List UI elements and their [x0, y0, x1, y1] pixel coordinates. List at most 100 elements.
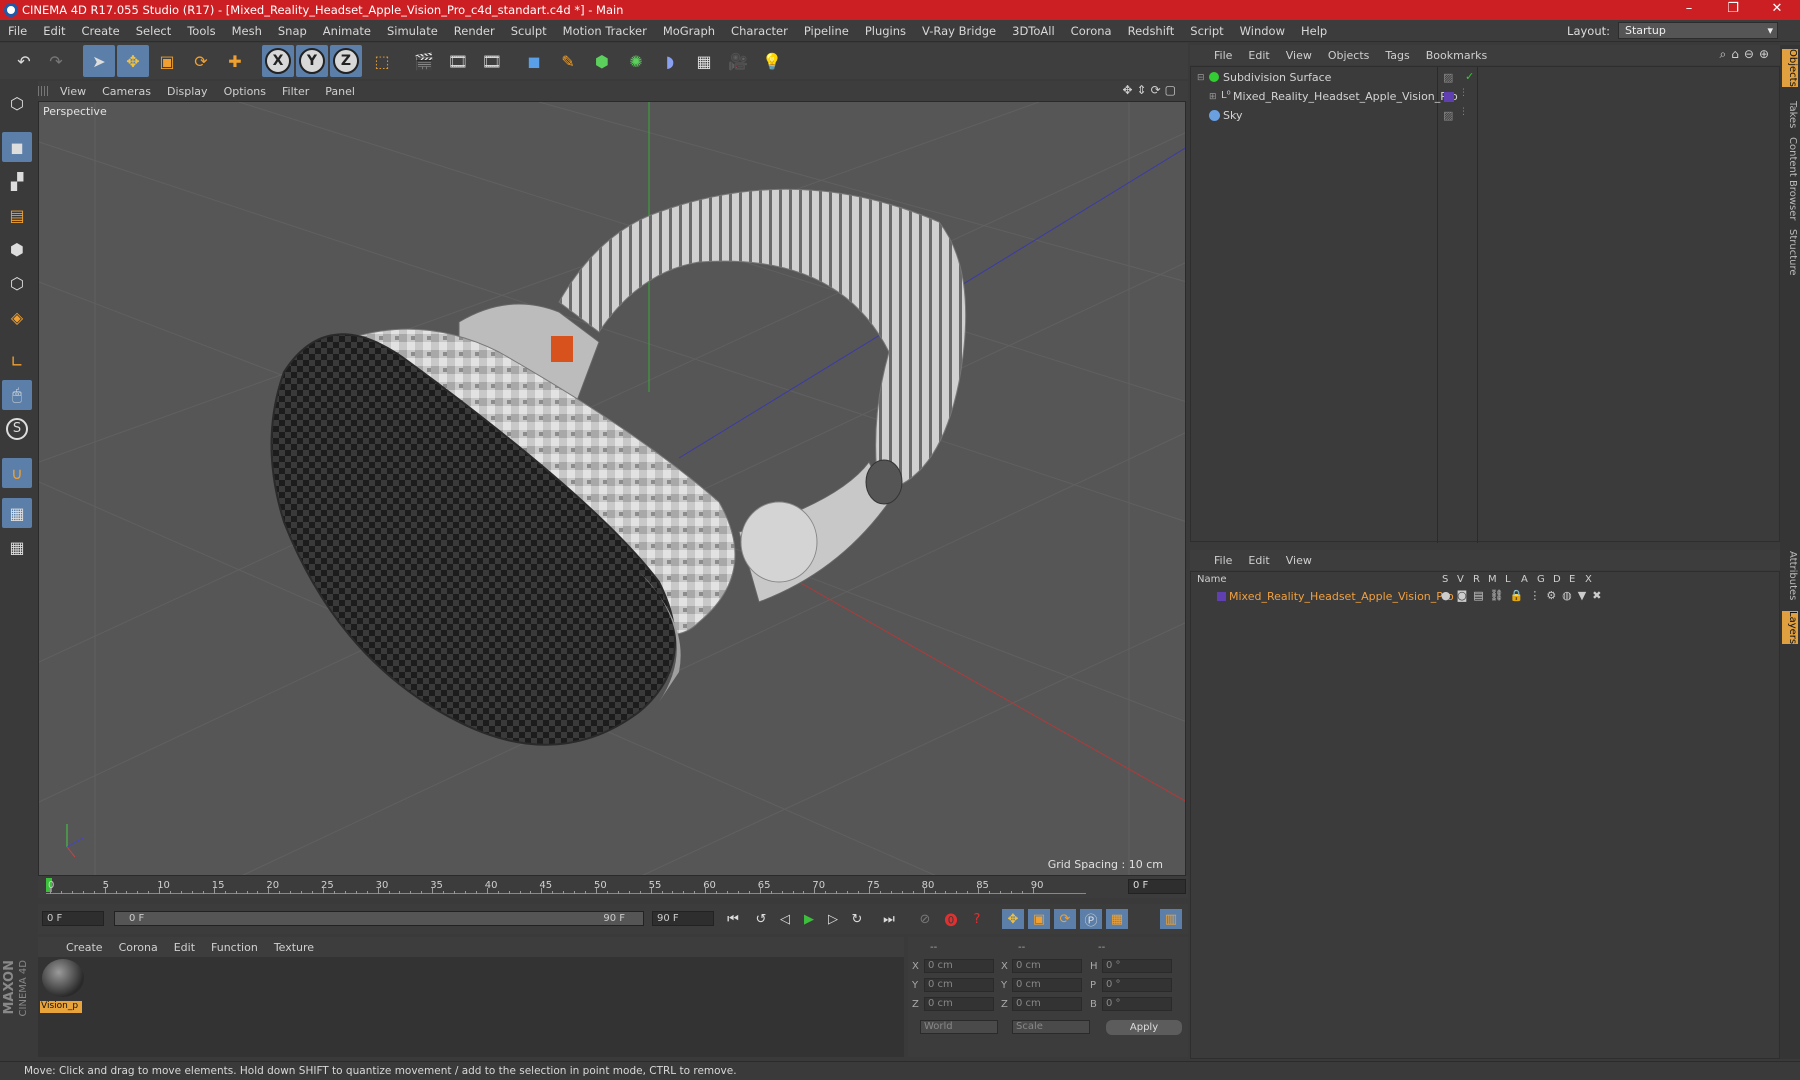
- current-frame-field[interactable]: 0 F: [1128, 879, 1186, 894]
- viewport-menu-options[interactable]: Options: [216, 85, 274, 98]
- layout-dropdown[interactable]: Startup ▾: [1618, 22, 1778, 39]
- menu-corona[interactable]: Corona: [1063, 24, 1120, 38]
- z-axis-lock-button[interactable]: Z: [330, 45, 362, 77]
- timeline-ruler[interactable]: 0 5 10 15 20 25 30 35 40 45 50 55 60 65 70 75 80 85 90 0 F: [38, 876, 1188, 898]
- enabled-check-icon[interactable]: ✓: [1465, 70, 1474, 83]
- select-tool-button[interactable]: ➤: [83, 45, 115, 77]
- tab-attributes[interactable]: Attributes: [1782, 551, 1798, 600]
- prev-key-button[interactable]: ↺: [750, 909, 772, 929]
- points-mode-button[interactable]: ⬢: [2, 234, 32, 264]
- size-mode-dropdown[interactable]: Scale: [1012, 1020, 1090, 1034]
- viewport-camera-label[interactable]: Perspective: [43, 105, 107, 118]
- key-rotation-button[interactable]: ⟳: [1054, 909, 1076, 929]
- start-frame-field[interactable]: 0 F: [42, 911, 104, 926]
- light-button[interactable]: 💡: [756, 45, 788, 77]
- menu-tools[interactable]: Tools: [179, 24, 223, 38]
- collapse-icon[interactable]: ⊟: [1197, 73, 1205, 83]
- scale-tool-button[interactable]: ▣: [151, 45, 183, 77]
- viewport-nav-icons[interactable]: ✥⇕⟳▢: [1122, 83, 1180, 97]
- menu-script[interactable]: Script: [1182, 24, 1231, 38]
- menu-snap[interactable]: Snap: [270, 24, 315, 38]
- visibility-dots-icon[interactable]: ⋮: [1459, 107, 1468, 117]
- solo-button[interactable]: S: [2, 414, 32, 444]
- autokey-button[interactable]: ?: [966, 909, 988, 929]
- object-menu-tags[interactable]: Tags: [1377, 49, 1417, 62]
- object-row[interactable]: Sky ▨ ⋮: [1191, 107, 1779, 125]
- viewport-menu-filter[interactable]: Filter: [274, 85, 317, 98]
- menu-motion-tracker[interactable]: Motion Tracker: [555, 24, 655, 38]
- tab-objects[interactable]: Objects: [1782, 49, 1798, 87]
- layer-toggle-icons[interactable]: ●◙▤⛓🔒⋮⚙◍▼✖: [1441, 589, 1607, 602]
- model-mode-button[interactable]: ◼: [2, 132, 32, 162]
- layer-menu-file[interactable]: File: [1206, 554, 1240, 567]
- lock-workplane-button[interactable]: ▦: [2, 498, 32, 528]
- layer-color-icon[interactable]: [1444, 92, 1454, 102]
- cube-object-button[interactable]: ◼: [518, 45, 550, 77]
- menu-redshift[interactable]: Redshift: [1120, 24, 1183, 38]
- tab-takes[interactable]: Takes: [1782, 101, 1798, 128]
- spline-pen-button[interactable]: ✎: [552, 45, 584, 77]
- menu-vray-bridge[interactable]: V-Ray Bridge: [914, 24, 1004, 38]
- key-parameter-button[interactable]: Ⓟ: [1080, 909, 1102, 929]
- material-menu-create[interactable]: Create: [58, 941, 111, 954]
- menu-character[interactable]: Character: [723, 24, 796, 38]
- menu-animate[interactable]: Animate: [315, 24, 379, 38]
- edges-mode-button[interactable]: ⬡: [2, 268, 32, 298]
- layer-manager-list[interactable]: Name S V R M L A G D E X Mixed_Reality_H…: [1190, 571, 1780, 1059]
- visibility-dots-icon[interactable]: ⋮: [1459, 88, 1468, 98]
- texture-mode-button[interactable]: ▞: [2, 166, 32, 196]
- undo-button[interactable]: ↶: [8, 45, 40, 77]
- frame-range-slider[interactable]: 0 F 90 F: [114, 911, 644, 926]
- coordinate-system-button[interactable]: ⬚: [366, 45, 398, 77]
- layer-menu-edit[interactable]: Edit: [1240, 554, 1277, 567]
- editor-visible-icon[interactable]: ▨: [1443, 109, 1453, 122]
- search-home-icons[interactable]: ⌕⌂⊖⊕: [1720, 47, 1774, 62]
- viewport-menu-cameras[interactable]: Cameras: [94, 85, 159, 98]
- menu-mograph[interactable]: MoGraph: [655, 24, 723, 38]
- menu-mesh[interactable]: Mesh: [224, 24, 270, 38]
- size-y-field[interactable]: 0 cm: [1012, 978, 1082, 992]
- deformer-button[interactable]: ◗: [654, 45, 686, 77]
- snap-button[interactable]: ∪: [2, 458, 32, 488]
- polygons-mode-button[interactable]: ◈: [2, 302, 32, 332]
- menu-edit[interactable]: Edit: [35, 24, 73, 38]
- go-to-start-button[interactable]: ⏮: [722, 909, 744, 929]
- key-position-button[interactable]: ✥: [1002, 909, 1024, 929]
- redo-button[interactable]: ↷: [40, 45, 72, 77]
- key-pla-button[interactable]: ▦: [1106, 909, 1128, 929]
- expand-icon[interactable]: ⊞: [1209, 92, 1217, 102]
- next-frame-button[interactable]: ▷: [822, 909, 844, 929]
- object-manager-list[interactable]: ⊟ Subdivision Surface ▨ ✓ ⊞ L⁰ Mixed_Rea…: [1190, 66, 1780, 543]
- rotation-b-field[interactable]: 0 °: [1102, 997, 1172, 1011]
- make-editable-button[interactable]: ⬡: [2, 88, 32, 118]
- tab-content-browser[interactable]: Content Browser: [1782, 137, 1798, 220]
- array-button[interactable]: ✺: [620, 45, 652, 77]
- material-menu-function[interactable]: Function: [203, 941, 266, 954]
- tab-structure[interactable]: Structure: [1782, 229, 1798, 276]
- layer-menu-view[interactable]: View: [1278, 554, 1320, 567]
- size-x-field[interactable]: 0 cm: [1012, 959, 1082, 973]
- material-menu-texture[interactable]: Texture: [266, 941, 322, 954]
- y-axis-lock-button[interactable]: Y: [296, 45, 328, 77]
- size-z-field[interactable]: 0 cm: [1012, 997, 1082, 1011]
- menu-pipeline[interactable]: Pipeline: [796, 24, 857, 38]
- object-menu-objects[interactable]: Objects: [1320, 49, 1378, 62]
- layer-color-icon[interactable]: [1217, 592, 1226, 601]
- go-to-end-button[interactable]: ⏭: [878, 909, 900, 929]
- object-menu-file[interactable]: File: [1206, 49, 1240, 62]
- workplane-mode-button[interactable]: ▤: [2, 200, 32, 230]
- minimize-button[interactable]: –: [1666, 0, 1712, 20]
- position-x-field[interactable]: 0 cm: [924, 959, 994, 973]
- menu-sculpt[interactable]: Sculpt: [503, 24, 555, 38]
- viewport-menu-panel[interactable]: Panel: [317, 85, 363, 98]
- viewport-menu-display[interactable]: Display: [159, 85, 216, 98]
- rotation-p-field[interactable]: 0 °: [1102, 978, 1172, 992]
- camera-button[interactable]: 🎥: [722, 45, 754, 77]
- material-menu-edit[interactable]: Edit: [166, 941, 203, 954]
- next-key-button[interactable]: ↻: [846, 909, 868, 929]
- menu-window[interactable]: Window: [1232, 24, 1293, 38]
- coordinate-mode-dropdown[interactable]: World: [920, 1020, 998, 1034]
- menu-create[interactable]: Create: [74, 24, 128, 38]
- render-settings-button[interactable]: 🎞: [476, 45, 508, 77]
- 3d-viewport[interactable]: Perspective Grid Spacing : 10 cm: [38, 101, 1186, 876]
